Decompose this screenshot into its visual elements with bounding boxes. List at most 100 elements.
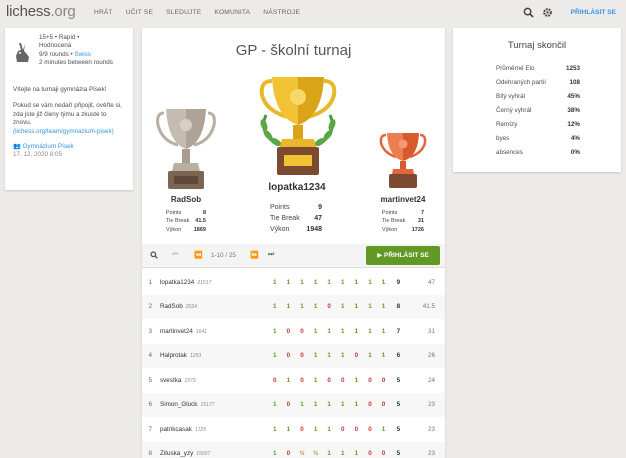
join-button[interactable]: ▶ PŘIHLÁSIT SE — [366, 246, 440, 265]
round-result[interactable]: 1 — [363, 295, 377, 320]
round-result[interactable]: 1 — [350, 368, 364, 393]
player-name[interactable]: Simon_Gluck 15177 — [156, 393, 268, 418]
round-result[interactable]: 1 — [322, 442, 336, 458]
round-result[interactable]: 1 — [377, 344, 391, 369]
round-result[interactable]: 1 — [295, 270, 309, 295]
gear-icon[interactable] — [542, 7, 553, 18]
prev-page-icon[interactable]: ⏪ — [194, 251, 203, 259]
second-place-name[interactable]: RadSob — [156, 195, 216, 204]
round-result[interactable]: 0 — [336, 368, 350, 393]
team-name[interactable]: 👥 Gymnázium Písek — [13, 143, 125, 151]
round-result[interactable]: 1 — [350, 442, 364, 458]
round-result[interactable]: 1 — [282, 368, 296, 393]
round-result[interactable]: 0 — [295, 319, 309, 344]
player-username[interactable]: RadSob — [160, 303, 183, 310]
round-result[interactable]: 1 — [309, 344, 323, 369]
search-icon[interactable] — [523, 7, 534, 18]
swiss-link[interactable]: Swiss — [74, 51, 90, 58]
round-result[interactable]: 1 — [295, 393, 309, 418]
round-result[interactable]: 1 — [309, 295, 323, 320]
round-result[interactable]: 1 — [336, 295, 350, 320]
round-result[interactable]: 1 — [295, 295, 309, 320]
round-result[interactable]: 0 — [295, 417, 309, 442]
player-username[interactable]: Halprotak — [160, 352, 187, 359]
round-result[interactable]: 0 — [350, 344, 364, 369]
team-label[interactable]: Gymnázium Písek — [23, 143, 74, 150]
round-result[interactable]: 1 — [336, 344, 350, 369]
nav-community[interactable]: KOMUNITA — [214, 9, 250, 16]
nav-learn[interactable]: UČIT SE — [126, 9, 153, 16]
round-result[interactable]: 1 — [363, 319, 377, 344]
round-result[interactable]: 0 — [363, 368, 377, 393]
round-result[interactable]: 0 — [295, 368, 309, 393]
player-name[interactable]: martinvet24 1641 — [156, 319, 268, 344]
round-result[interactable]: 0 — [377, 442, 391, 458]
nav-tools[interactable]: NÁSTROJE — [263, 9, 300, 16]
round-result[interactable]: 0 — [363, 417, 377, 442]
player-name[interactable]: Halprotak 1253 — [156, 344, 268, 369]
player-username[interactable]: patrikcasak — [160, 426, 192, 433]
round-result[interactable]: 0 — [350, 417, 364, 442]
round-result[interactable]: 1 — [350, 295, 364, 320]
round-result[interactable]: 1 — [309, 393, 323, 418]
round-result[interactable]: 1 — [336, 319, 350, 344]
round-result[interactable]: 0 — [322, 295, 336, 320]
round-result[interactable]: 0 — [282, 442, 296, 458]
round-result[interactable]: 1 — [268, 393, 282, 418]
last-page-icon[interactable]: ⏭ — [268, 251, 274, 259]
round-result[interactable]: 1 — [322, 344, 336, 369]
round-result[interactable]: ½ — [309, 442, 323, 458]
round-result[interactable]: 1 — [322, 319, 336, 344]
round-result[interactable]: 1 — [282, 417, 296, 442]
round-result[interactable]: 1 — [268, 442, 282, 458]
player-username[interactable]: svestka — [160, 377, 181, 384]
round-result[interactable]: 1 — [282, 295, 296, 320]
player-username[interactable]: Zituska_yzy — [160, 450, 193, 457]
round-result[interactable]: 0 — [322, 368, 336, 393]
round-result[interactable]: 1 — [309, 417, 323, 442]
round-result[interactable]: 1 — [268, 295, 282, 320]
round-result[interactable]: 1 — [309, 270, 323, 295]
table-row[interactable]: 1 lopatka1234 21517 1 1 1 1 1 1 1 1 1 9 47 — [142, 270, 445, 295]
join-label[interactable]: PŘIHLÁSIT SE — [384, 252, 429, 259]
round-result[interactable]: 0 — [377, 393, 391, 418]
player-name[interactable]: lopatka1234 21517 — [156, 270, 268, 295]
round-result[interactable]: 1 — [309, 368, 323, 393]
team-link[interactable]: (lichess.org/team/gymnazium-pisek) — [13, 128, 125, 136]
search-icon[interactable] — [150, 251, 158, 259]
player-username[interactable]: Simon_Gluck — [160, 401, 197, 408]
round-result[interactable]: 1 — [322, 393, 336, 418]
first-page-icon[interactable]: ⏮ — [172, 251, 178, 259]
round-result[interactable]: 1 — [377, 417, 391, 442]
round-result[interactable]: 0 — [336, 417, 350, 442]
third-place-name[interactable]: martinvet24 — [368, 195, 438, 204]
table-row[interactable]: 8 Zituska_yzy 15007 1 0 ½ ½ 1 1 1 0 0 5 23 — [142, 441, 445, 458]
table-row[interactable]: 7 patrikcasak 1725 1 1 0 1 1 0 0 0 1 5 23 — [142, 417, 445, 442]
round-result[interactable]: 1 — [322, 270, 336, 295]
player-name[interactable]: svestka 1579 — [156, 368, 268, 393]
nav-watch[interactable]: SLEDUJTE — [166, 9, 201, 16]
round-result[interactable]: 1 — [336, 442, 350, 458]
table-row[interactable]: 6 Simon_Gluck 15177 1 0 1 1 1 1 1 0 0 5 23 — [142, 392, 445, 418]
round-result[interactable]: 1 — [377, 270, 391, 295]
first-place-name[interactable]: lopatka1234 — [252, 182, 342, 193]
round-result[interactable]: 0 — [282, 393, 296, 418]
round-result[interactable]: 1 — [377, 295, 391, 320]
round-result[interactable]: 0 — [295, 344, 309, 369]
player-name[interactable]: Zituska_yzy 15007 — [156, 442, 268, 458]
round-result[interactable]: 1 — [350, 319, 364, 344]
nav-play[interactable]: HRÁT — [94, 9, 113, 16]
round-result[interactable]: 1 — [363, 344, 377, 369]
login-link[interactable]: PŘIHLÁSIT SE — [571, 9, 616, 16]
round-result[interactable]: 0 — [268, 368, 282, 393]
round-result[interactable]: 1 — [268, 270, 282, 295]
table-row[interactable]: 2 RadSob 2024 1 1 1 1 0 1 1 1 1 8 41.5 — [142, 294, 445, 320]
round-result[interactable]: 0 — [377, 368, 391, 393]
round-result[interactable]: 1 — [377, 319, 391, 344]
table-row[interactable]: 3 martinvet24 1641 1 0 0 1 1 1 1 1 1 7 31 — [142, 319, 445, 344]
round-result[interactable]: 1 — [268, 417, 282, 442]
round-result[interactable]: 1 — [282, 270, 296, 295]
player-name[interactable]: patrikcasak 1725 — [156, 417, 268, 442]
round-result[interactable]: 1 — [268, 344, 282, 369]
round-result[interactable]: 0 — [282, 344, 296, 369]
